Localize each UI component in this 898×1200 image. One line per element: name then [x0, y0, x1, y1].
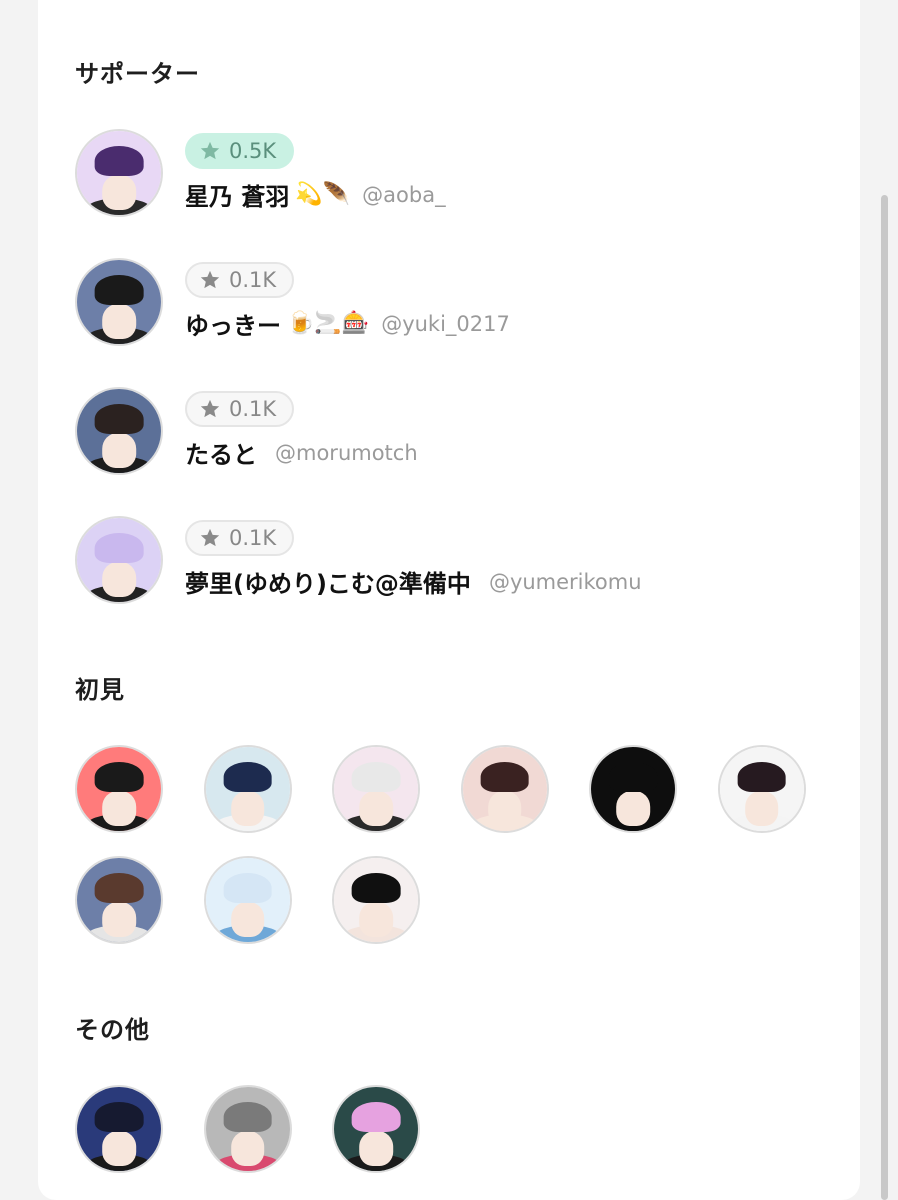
- supporters-title: サポーター: [75, 60, 200, 88]
- badge-value: 0.1K: [229, 268, 277, 292]
- support-badge: 0.5K: [185, 133, 295, 169]
- first-time-avatar[interactable]: [75, 856, 163, 944]
- supporter-name[interactable]: ゆっきー: [185, 306, 281, 341]
- supporter-handle[interactable]: @aoba_: [362, 183, 445, 207]
- supporter-handle[interactable]: @morumotch: [275, 441, 418, 465]
- first-time-avatar[interactable]: [203, 745, 292, 833]
- avatar[interactable]: [75, 258, 163, 346]
- supporter-handle[interactable]: @yuki_0217: [381, 312, 510, 336]
- support-badge: 0.1K: [185, 520, 295, 556]
- supporter-row[interactable]: 0.5K 星乃 蒼羽 💫🪶 @aoba_: [75, 129, 835, 221]
- supporter-handle[interactable]: @yumerikomu: [489, 570, 642, 594]
- supporter-name[interactable]: たると: [185, 435, 257, 470]
- star-icon: [200, 399, 220, 418]
- first-time-avatar[interactable]: [589, 745, 677, 833]
- name-line: 星乃 蒼羽 💫🪶 @aoba_: [185, 177, 446, 212]
- name-line: たると @morumotch: [185, 435, 418, 470]
- supporter-row[interactable]: 0.1K ゆっきー 🍺🚬🎰 @yuki_0217: [75, 258, 835, 350]
- others-title: その他: [75, 1016, 150, 1044]
- star-icon: [200, 528, 220, 547]
- other-avatar[interactable]: [332, 1085, 420, 1173]
- badge-value: 0.1K: [229, 397, 277, 421]
- avatar[interactable]: [75, 129, 163, 217]
- star-icon: [200, 270, 220, 289]
- name-line: 夢里(ゆめり)こむ@準備中 @yumerikomu: [185, 564, 642, 599]
- other-avatar[interactable]: [203, 1085, 292, 1173]
- name-line: ゆっきー 🍺🚬🎰 @yuki_0217: [185, 306, 510, 341]
- badge-value: 0.5K: [229, 139, 277, 163]
- first-time-title: 初見: [75, 676, 125, 704]
- badge-value: 0.1K: [229, 526, 277, 550]
- name-emoji: 💫🪶: [295, 181, 351, 207]
- first-time-avatar[interactable]: [75, 745, 163, 833]
- supporter-row[interactable]: 0.1K たると @morumotch: [75, 387, 835, 479]
- avatar[interactable]: [75, 387, 163, 475]
- first-time-avatar[interactable]: [717, 745, 806, 833]
- first-time-avatar[interactable]: [332, 856, 420, 944]
- name-emoji: 🍺🚬🎰: [287, 310, 370, 336]
- support-badge: 0.1K: [185, 391, 295, 427]
- supporter-name[interactable]: 夢里(ゆめり)こむ@準備中: [185, 564, 471, 599]
- first-time-avatar[interactable]: [203, 856, 292, 944]
- first-time-avatar[interactable]: [332, 745, 420, 833]
- star-icon: [200, 141, 220, 160]
- supporter-row[interactable]: 0.1K 夢里(ゆめり)こむ@準備中 @yumerikomu: [75, 516, 835, 608]
- support-badge: 0.1K: [185, 262, 295, 298]
- supporter-name[interactable]: 星乃 蒼羽: [185, 177, 289, 212]
- scrollbar[interactable]: [881, 195, 888, 1200]
- first-time-avatar[interactable]: [460, 745, 549, 833]
- other-avatar[interactable]: [75, 1085, 163, 1173]
- avatar[interactable]: [75, 516, 163, 604]
